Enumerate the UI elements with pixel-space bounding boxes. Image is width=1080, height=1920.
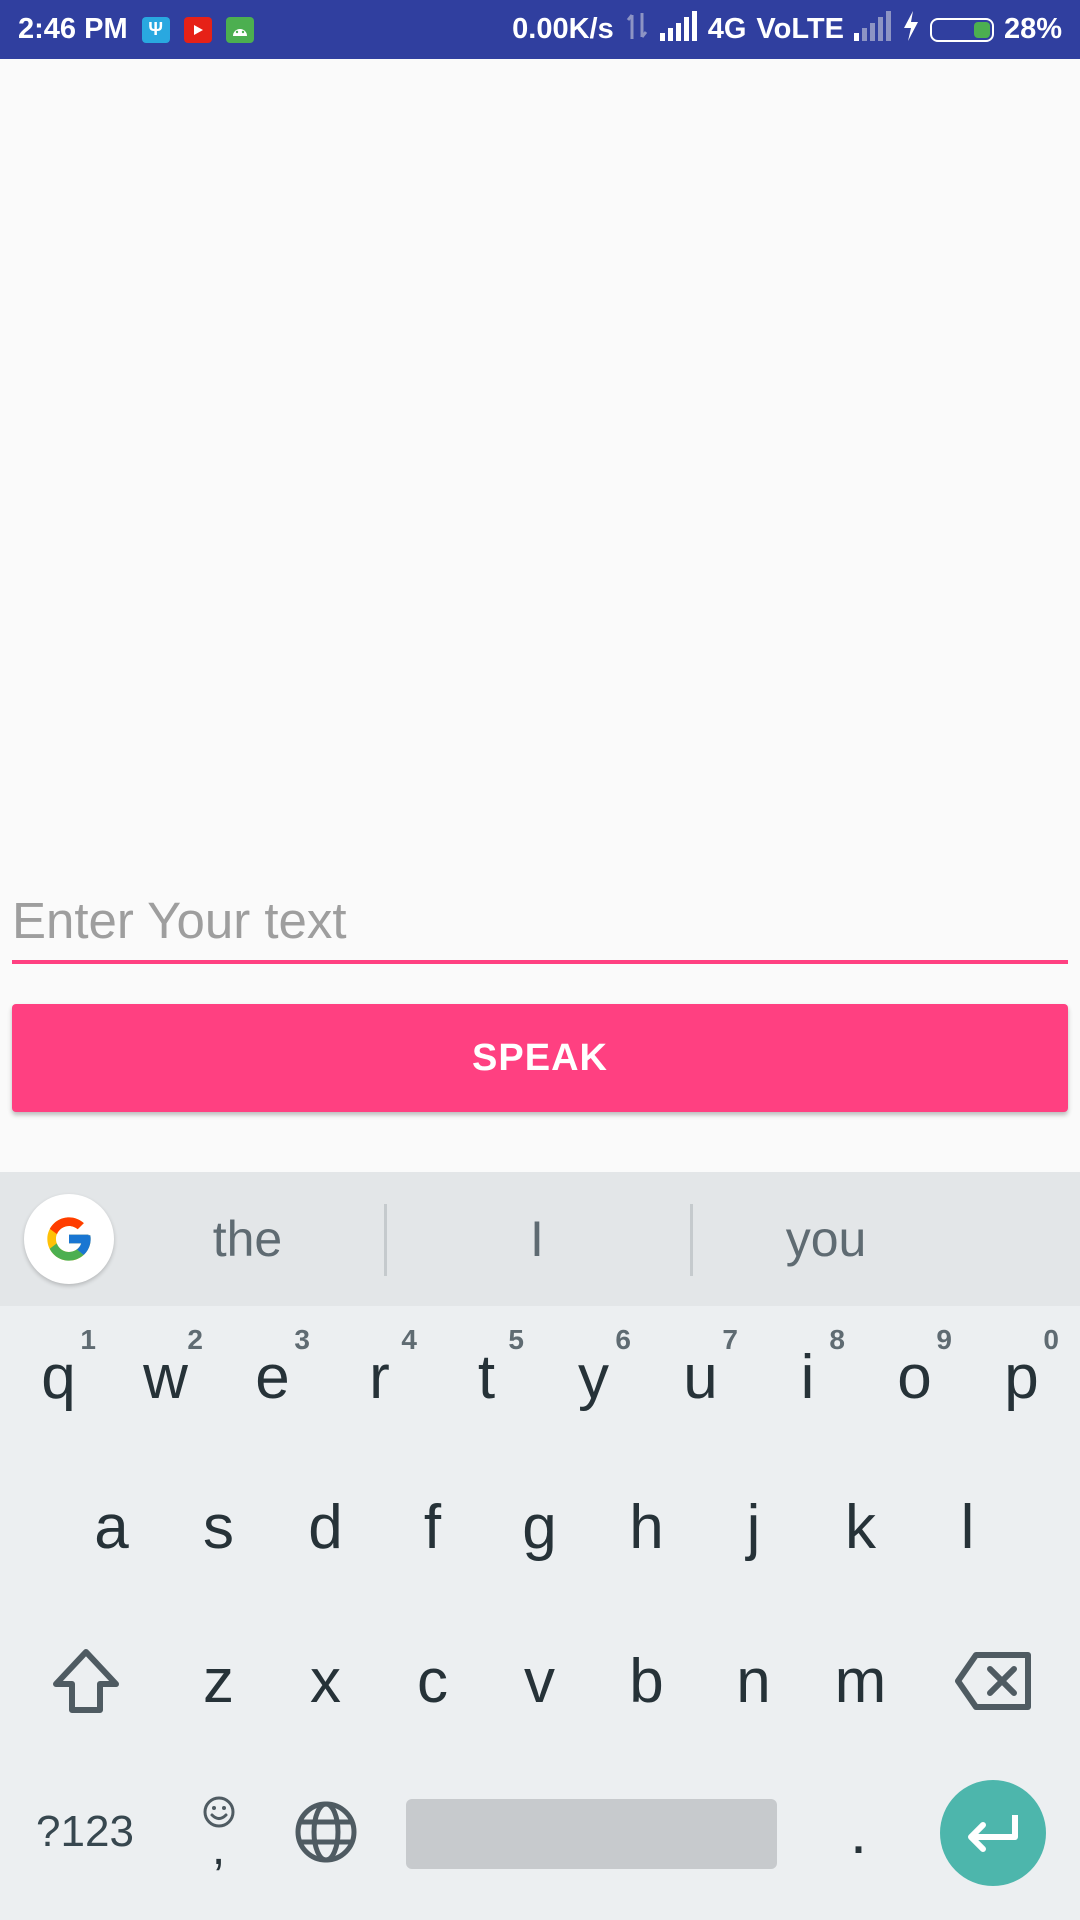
key-x[interactable]: x [272,1616,379,1746]
key-j[interactable]: j [700,1462,807,1592]
key-w[interactable]: w2 [112,1312,219,1442]
data-activity-icon [624,11,650,49]
signal-icon [659,10,698,49]
speak-button[interactable]: SPEAK [12,1004,1068,1112]
key-k[interactable]: k [807,1462,914,1592]
text-input[interactable] [12,890,1068,950]
key-label: p [1004,1342,1039,1412]
key-m[interactable]: m [807,1616,914,1746]
key-hint: 9 [936,1324,952,1355]
key-label: q [41,1342,76,1412]
key-g[interactable]: g [486,1462,593,1592]
battery-level [973,21,990,38]
charging-icon [902,10,920,49]
text-input-field[interactable] [12,880,1068,964]
key-label: e [255,1342,290,1412]
key-hint: 2 [187,1324,203,1355]
soft-keyboard: the I you q1 w2 e3 r4 t5 y6 u7 i8 o9 p0 … [0,1172,1080,1920]
signal-weak-icon [853,10,892,49]
key-label: y [578,1342,609,1412]
key-label: r [369,1342,390,1412]
key-s[interactable]: s [165,1462,272,1592]
battery-percent: 28% [1003,13,1062,45]
key-hint: 5 [508,1324,524,1355]
network-speed: 0.00K/s [512,13,614,45]
suggestion-3[interactable]: you [740,1172,912,1306]
shift-icon [53,1649,119,1713]
language-key[interactable] [272,1772,379,1892]
key-label: t [477,1342,496,1412]
usb-icon: Ψ [141,16,170,43]
key-o[interactable]: o9 [861,1312,968,1442]
suggestion-2[interactable]: I [470,1172,604,1306]
suggestion-divider [384,1204,387,1276]
key-v[interactable]: v [486,1616,593,1746]
backspace-icon [955,1652,1031,1710]
key-label: o [897,1342,932,1412]
key-z[interactable]: z [165,1616,272,1746]
key-q[interactable]: q1 [5,1312,112,1442]
enter-key[interactable] [940,1780,1046,1886]
space-key[interactable] [406,1799,777,1869]
key-f[interactable]: f [379,1462,486,1592]
key-e[interactable]: e3 [219,1312,326,1442]
google-icon[interactable] [24,1194,114,1284]
key-label: u [683,1342,718,1412]
key-d[interactable]: d [272,1462,379,1592]
key-b[interactable]: b [593,1616,700,1746]
suggestion-1[interactable]: the [160,1172,335,1306]
shift-key[interactable] [22,1616,150,1746]
battery-icon [929,17,994,42]
status-time: 2:46 PM [18,13,128,45]
key-n[interactable]: n [700,1616,807,1746]
backspace-key[interactable] [930,1616,1058,1746]
status-bar: 2:46 PM Ψ 0.00K/s 4G VoLTE 28% [0,0,1080,59]
key-hint: 4 [401,1324,417,1355]
suggestion-divider [690,1204,693,1276]
period-key[interactable]: . [805,1772,912,1892]
enter-icon [968,1815,1018,1852]
key-r[interactable]: r4 [326,1312,433,1442]
suggestion-strip: the I you [0,1172,1080,1306]
key-h[interactable]: h [593,1462,700,1592]
globe-icon [295,1801,356,1863]
android-icon [225,16,254,43]
key-hint: 3 [294,1324,310,1355]
key-l[interactable]: l [914,1462,1021,1592]
key-p[interactable]: p0 [968,1312,1075,1442]
key-hint: 7 [722,1324,738,1355]
key-label: w [143,1342,188,1412]
key-u[interactable]: u7 [647,1312,754,1442]
network-type: 4G [707,13,747,45]
symbols-key[interactable]: ?123 [20,1772,150,1892]
key-hint: 8 [829,1324,845,1355]
key-y[interactable]: y6 [540,1312,647,1442]
key-hint: 0 [1043,1324,1059,1355]
key-hint: 6 [615,1324,631,1355]
youtube-icon [183,16,212,43]
key-hint: 1 [80,1324,96,1355]
comma-key[interactable]: , [165,1772,272,1892]
key-c[interactable]: c [379,1616,486,1746]
key-a[interactable]: a [58,1462,165,1592]
key-t[interactable]: t5 [433,1312,540,1442]
volte-label: VoLTE [756,13,844,45]
comma-label: , [211,1822,226,1875]
key-label: i [800,1342,815,1412]
key-i[interactable]: i8 [754,1312,861,1442]
